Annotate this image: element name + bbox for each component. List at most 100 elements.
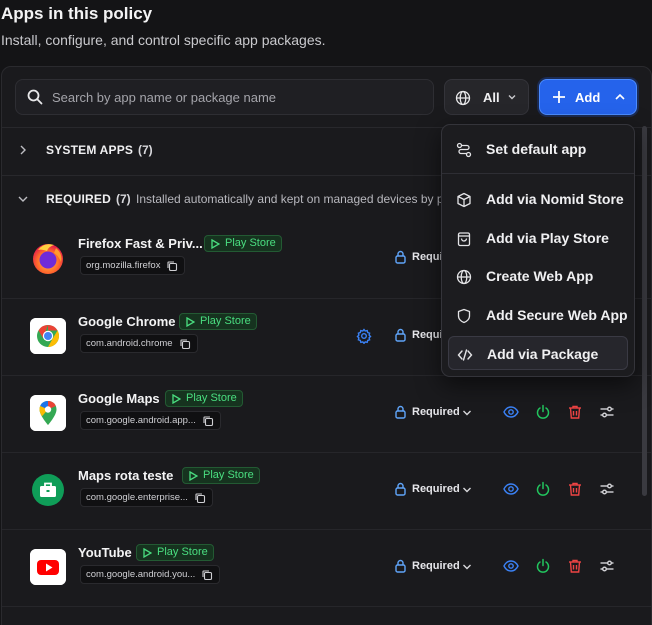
store-label: Play Store xyxy=(186,392,237,404)
code-icon xyxy=(457,347,473,363)
trash-icon[interactable] xyxy=(567,404,583,420)
firefox-icon xyxy=(30,240,66,276)
chevron-up-icon xyxy=(614,92,626,102)
eye-icon[interactable] xyxy=(503,481,519,497)
store-badge: Play Store xyxy=(204,235,282,252)
play-icon xyxy=(143,548,152,558)
app-name: Maps rota teste xyxy=(78,468,174,483)
chevron-down-icon xyxy=(17,193,29,205)
lock-icon xyxy=(394,250,407,264)
page-title: Apps in this policy xyxy=(1,4,153,23)
app-row-youtube[interactable]: YouTube Play Store com.google.android.yo… xyxy=(2,529,651,606)
section-name: REQUIRED xyxy=(46,192,111,206)
store-badge: Play Store xyxy=(182,467,260,484)
store-label: Play Store xyxy=(203,469,254,481)
menu-item-label: Add via Package xyxy=(487,346,599,362)
plus-icon xyxy=(552,90,566,104)
menu-item-add-via-package[interactable]: Add via Package xyxy=(448,336,628,370)
section-count: (7) xyxy=(116,192,131,206)
trash-icon[interactable] xyxy=(567,481,583,497)
copy-icon[interactable] xyxy=(194,492,206,504)
copy-icon[interactable] xyxy=(166,260,178,272)
scrollbar[interactable] xyxy=(642,126,647,496)
store-label: Play Store xyxy=(225,237,276,249)
lock-icon xyxy=(394,559,407,573)
lock-icon xyxy=(394,328,407,342)
package-name: com.google.enterprise... xyxy=(80,488,213,507)
search-box[interactable] xyxy=(15,79,434,115)
status-label: Required xyxy=(412,483,460,495)
section-count: (7) xyxy=(138,143,153,157)
shopping-bag-icon xyxy=(456,231,472,247)
sliders-icon[interactable] xyxy=(599,481,615,497)
copy-icon[interactable] xyxy=(202,415,214,427)
status-label: Required xyxy=(412,560,460,572)
chevron-down-icon xyxy=(462,563,472,571)
chrome-icon xyxy=(30,318,66,354)
eye-icon[interactable] xyxy=(503,404,519,420)
menu-divider xyxy=(442,173,634,174)
package-name: org.mozilla.firefox xyxy=(80,256,186,275)
sliders-icon[interactable] xyxy=(599,404,615,420)
status-label: Required xyxy=(412,406,460,418)
package-name: com.android.chrome xyxy=(80,334,198,353)
eye-icon[interactable] xyxy=(503,558,519,574)
app-name: Google Maps xyxy=(78,391,160,406)
search-input[interactable] xyxy=(52,80,422,114)
section-description: Installed automatically and kept on mana… xyxy=(136,192,451,206)
menu-item-label: Add via Nomid Store xyxy=(486,191,624,207)
add-menu: Set default app Add via Nomid Store Add … xyxy=(441,124,635,377)
menu-item-add-via-play-store[interactable]: Add via Play Store xyxy=(448,221,628,255)
trash-icon[interactable] xyxy=(567,558,583,574)
sliders-icon[interactable] xyxy=(599,558,615,574)
menu-item-set-default-app[interactable]: Set default app xyxy=(448,132,628,166)
store-label: Play Store xyxy=(200,315,251,327)
gear-icon[interactable] xyxy=(356,328,372,344)
store-label: Play Store xyxy=(157,546,208,558)
filter-dropdown[interactable]: All xyxy=(444,79,529,115)
package-text: com.google.enterprise... xyxy=(86,492,188,503)
copy-icon[interactable] xyxy=(179,338,191,350)
chevron-down-icon xyxy=(507,92,517,102)
page-subtitle: Install, configure, and control specific… xyxy=(1,32,326,48)
youtube-icon xyxy=(30,549,66,585)
chevron-right-icon xyxy=(17,144,29,156)
menu-item-add-via-nomid-store[interactable]: Add via Nomid Store xyxy=(448,182,628,216)
app-name: Google Chrome xyxy=(78,314,176,329)
app-row-maps-rota-teste[interactable]: Maps rota teste Play Store com.google.en… xyxy=(2,452,651,529)
menu-item-label: Add via Play Store xyxy=(486,230,609,246)
app-row-google-maps[interactable]: Google Maps Play Store com.google.androi… xyxy=(2,375,651,452)
play-icon xyxy=(189,471,198,481)
app-name: Firefox Fast & Priv... xyxy=(78,236,203,251)
globe-icon xyxy=(455,90,471,106)
lock-icon xyxy=(394,482,407,496)
copy-icon[interactable] xyxy=(201,569,213,581)
globe-icon xyxy=(456,269,472,285)
store-badge: Play Store xyxy=(165,390,243,407)
search-icon xyxy=(27,89,43,105)
power-icon[interactable] xyxy=(535,558,551,574)
package-text: com.google.android.app... xyxy=(86,415,196,426)
package-text: org.mozilla.firefox xyxy=(86,260,161,271)
power-icon[interactable] xyxy=(535,481,551,497)
play-icon xyxy=(186,317,195,327)
app-name: YouTube xyxy=(78,545,132,560)
section-name: SYSTEM APPS xyxy=(46,143,134,157)
add-button-label: Add xyxy=(575,90,601,105)
filter-label: All xyxy=(483,90,500,105)
toolbar: All Add xyxy=(2,67,651,127)
google-maps-icon xyxy=(30,395,66,431)
menu-item-create-web-app[interactable]: Create Web App xyxy=(448,259,628,293)
menu-item-label: Add Secure Web App xyxy=(486,307,628,323)
route-icon xyxy=(456,142,472,158)
chevron-down-icon xyxy=(462,409,472,417)
package-name: com.google.android.you... xyxy=(80,565,221,584)
add-button[interactable]: Add xyxy=(539,79,637,115)
package-text: com.android.chrome xyxy=(86,338,173,349)
chevron-down-icon xyxy=(462,486,472,494)
menu-item-add-secure-web-app[interactable]: Add Secure Web App xyxy=(448,298,628,332)
table-row xyxy=(2,606,651,625)
play-icon xyxy=(211,239,220,249)
lock-icon xyxy=(394,405,407,419)
power-icon[interactable] xyxy=(535,404,551,420)
